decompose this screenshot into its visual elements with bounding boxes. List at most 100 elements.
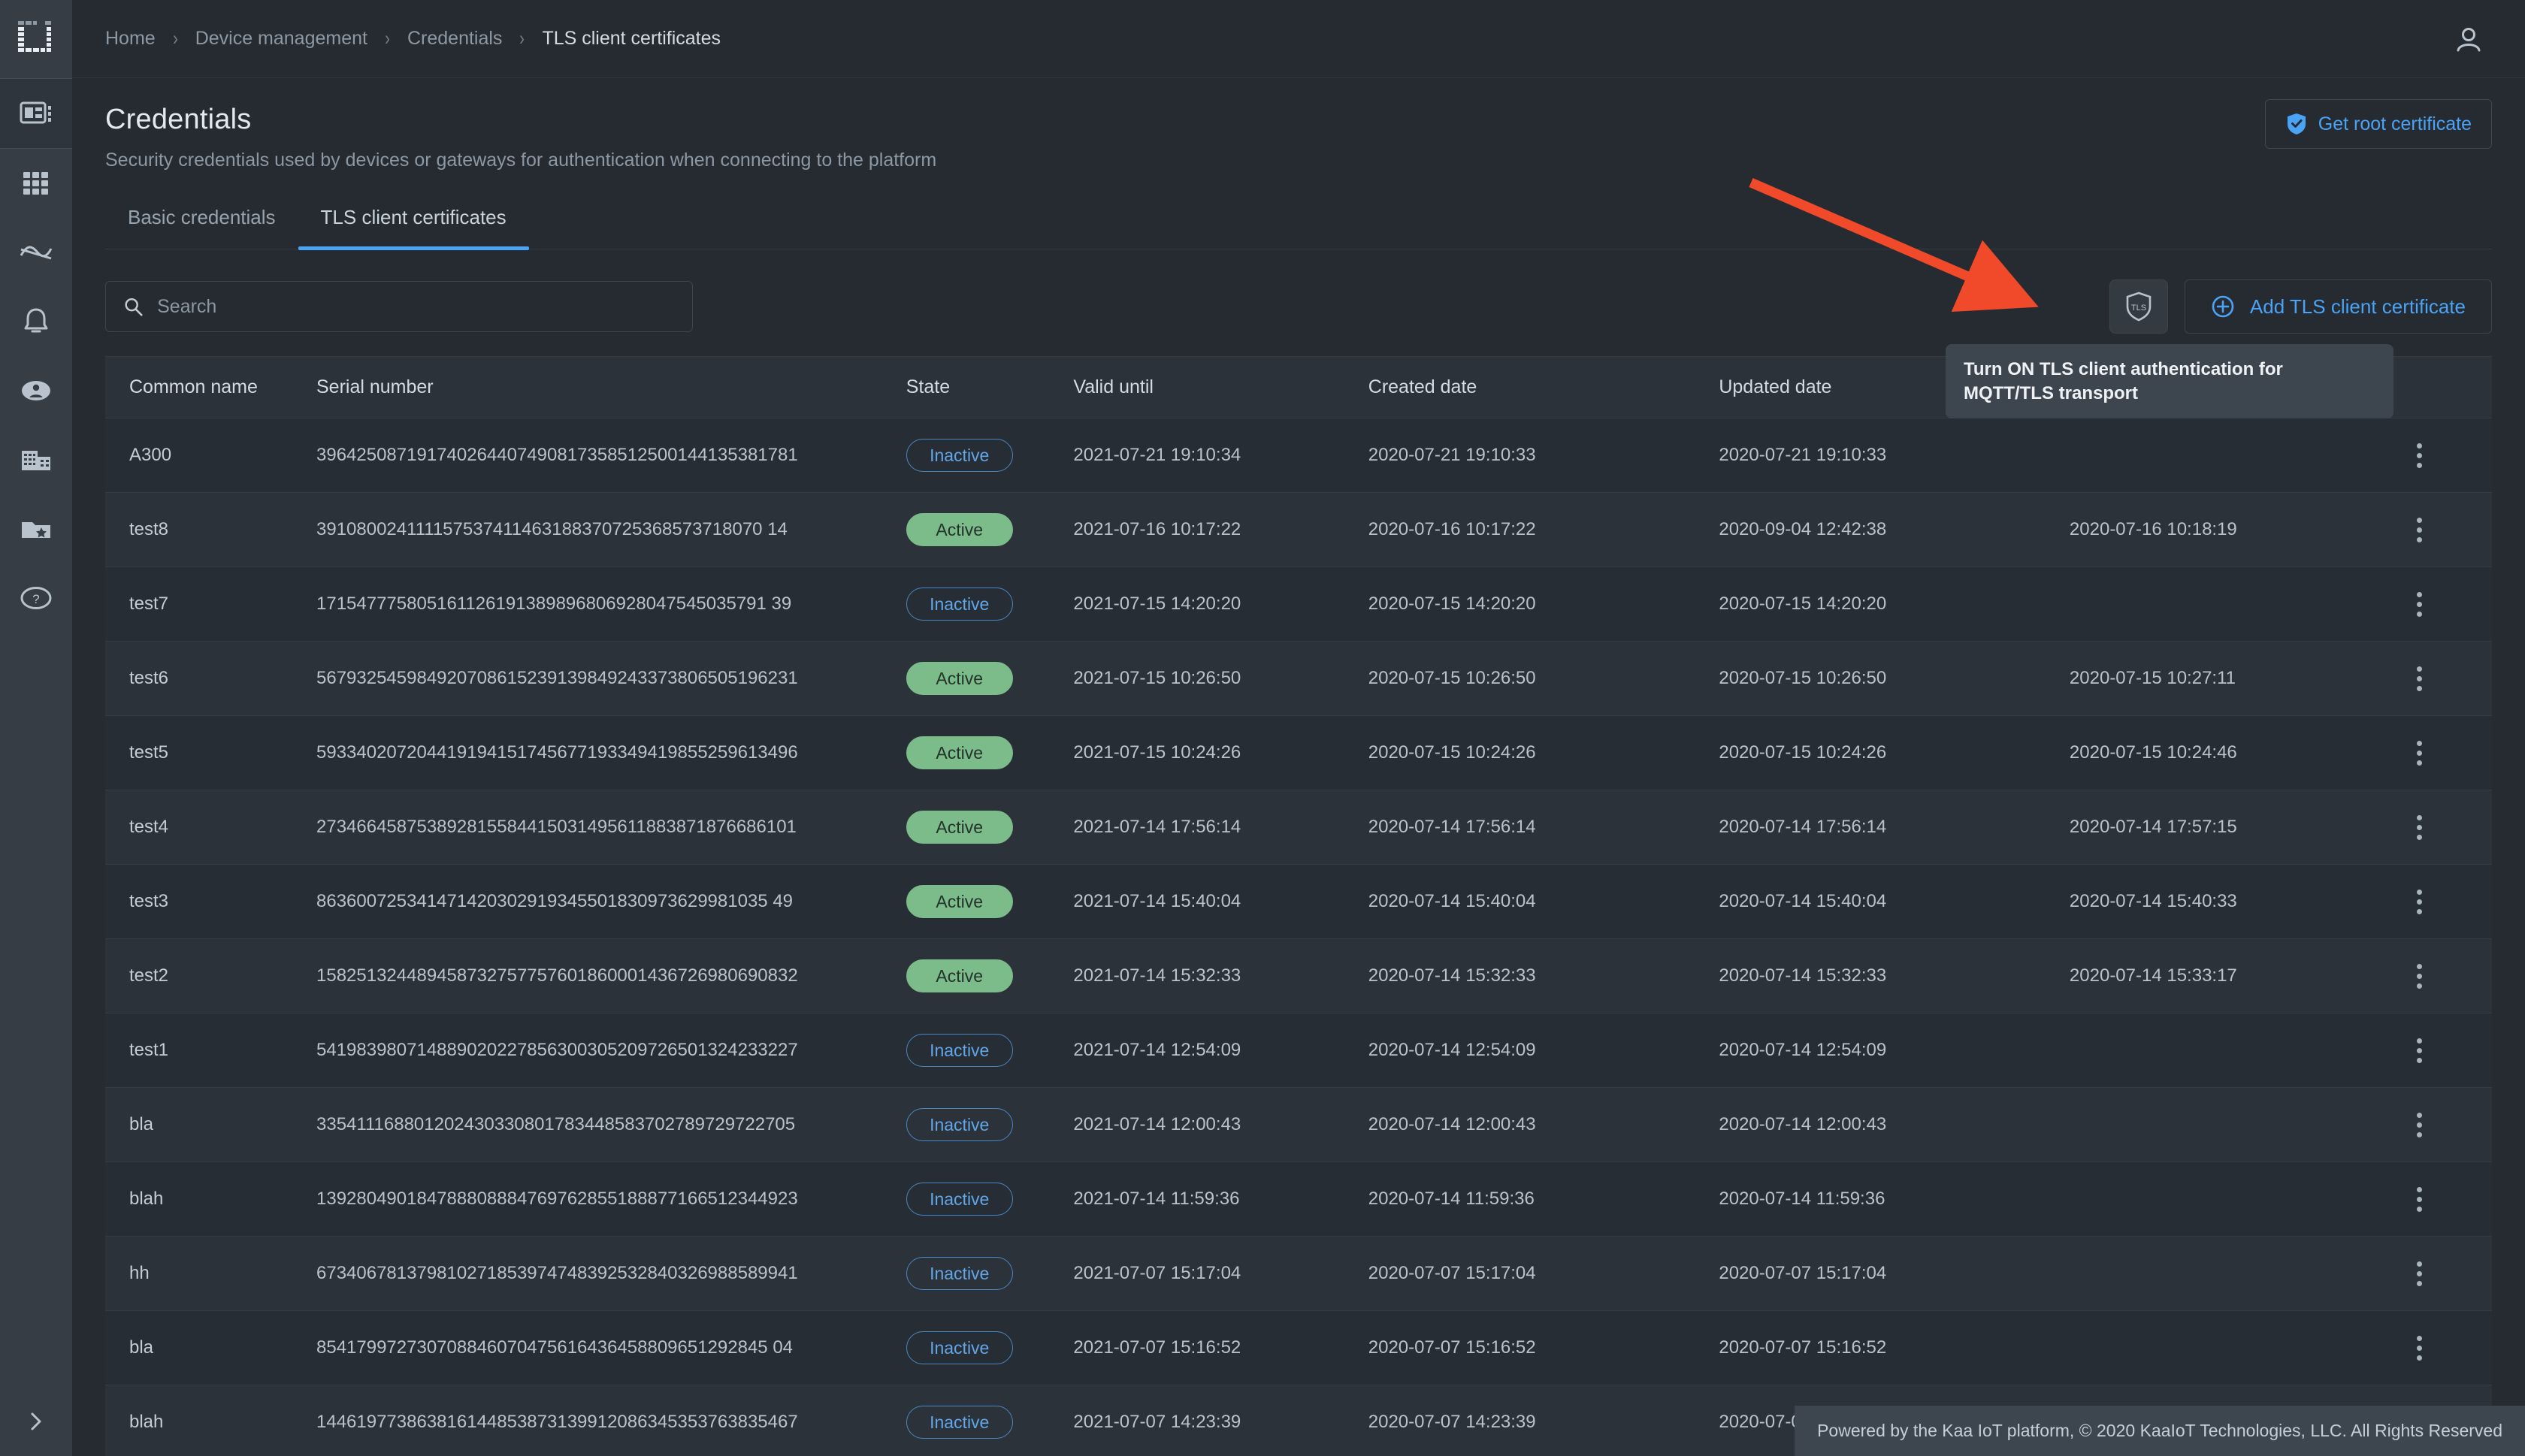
cell-valid-until: 2021-07-21 19:10:34	[1073, 418, 1368, 493]
sidebar-item-analytics[interactable]	[0, 218, 72, 287]
column-header-state[interactable]: State	[906, 356, 1074, 418]
more-vertical-icon[interactable]	[2404, 666, 2434, 691]
cell-created-date: 2020-07-14 12:54:09	[1368, 1013, 1719, 1088]
cell-created-date: 2020-07-14 12:00:43	[1368, 1087, 1719, 1162]
column-header-actions	[2404, 356, 2492, 418]
get-root-certificate-label: Get root certificate	[2318, 113, 2472, 134]
tls-toggle-tooltip: Turn ON TLS client authentication for MQ…	[1946, 344, 2393, 419]
column-header-valid-until[interactable]: Valid until	[1073, 356, 1368, 418]
app-logo[interactable]	[0, 0, 72, 78]
status-badge: Active	[906, 513, 1013, 546]
more-vertical-icon[interactable]	[2404, 814, 2434, 840]
breadcrumb-item-credentials[interactable]: Credentials	[407, 28, 502, 50]
table-row[interactable]: hh 67340678137981027185397474839253284032…	[105, 1236, 2492, 1311]
sidebar-item-users[interactable]	[0, 356, 72, 425]
sidebar-item-help[interactable]: ?	[0, 563, 72, 633]
cell-serial-number: 8636007253414714203029193455018309736299…	[316, 864, 906, 939]
more-vertical-icon[interactable]	[2404, 1261, 2434, 1286]
cell-serial-number: 1446197738638161448538731399120863453537…	[316, 1385, 906, 1456]
status-badge: Inactive	[906, 588, 1013, 621]
table-row[interactable]: test5 59334020720441919415174567719334941…	[105, 715, 2492, 790]
page-title: Credentials	[105, 104, 252, 135]
table-row[interactable]: test3 86360072534147142030291934550183097…	[105, 864, 2492, 939]
cell-serial-number: 3964250871917402644074908173585125001441…	[316, 418, 906, 493]
cell-common-name: test6	[105, 641, 316, 716]
column-header-serial-number[interactable]: Serial number	[316, 356, 906, 418]
search-input[interactable]	[157, 295, 676, 318]
more-vertical-icon[interactable]	[2404, 1112, 2434, 1137]
cell-common-name: bla	[105, 1310, 316, 1385]
more-vertical-icon[interactable]	[2404, 591, 2434, 617]
more-vertical-icon[interactable]	[2404, 1335, 2434, 1361]
more-vertical-icon[interactable]	[2404, 1186, 2434, 1212]
cell-updated-date: 2020-07-15 10:26:50	[1719, 641, 2070, 716]
status-badge: Active	[906, 662, 1013, 695]
sidebar: ?	[0, 0, 72, 1456]
cell-updated-date: 2020-07-14 17:56:14	[1719, 790, 2070, 865]
cell-last-used	[2069, 1013, 2405, 1088]
table-row[interactable]: blah 139280490184788808884769762855188877…	[105, 1161, 2492, 1237]
breadcrumb-item-tls-client-certificates: TLS client certificates	[542, 28, 721, 49]
table-row[interactable]: test2 15825132448945873275775760186000143…	[105, 938, 2492, 1013]
cell-updated-date: 2020-07-21 19:10:33	[1719, 418, 2070, 493]
breadcrumb-separator-1: ›	[172, 27, 178, 50]
search-box[interactable]	[105, 281, 693, 332]
cell-serial-number: 3910800241111575374114631883707253685737…	[316, 492, 906, 567]
cell-valid-until: 2021-07-14 17:56:14	[1073, 790, 1368, 865]
tab-tls-client-certificates[interactable]: TLS client certificates	[298, 206, 529, 250]
cell-created-date: 2020-07-14 11:59:36	[1368, 1161, 1719, 1237]
add-tls-client-certificate-button[interactable]: Add TLS client certificate	[2184, 279, 2492, 334]
cell-state: Inactive	[906, 1087, 1074, 1162]
sidebar-expand-button[interactable]	[0, 1387, 72, 1456]
table-row[interactable]: A300 396425087191740264407490817358512500…	[105, 418, 2492, 493]
more-vertical-icon[interactable]	[2404, 1038, 2434, 1063]
breadcrumb-item-home[interactable]: Home	[105, 28, 156, 50]
sidebar-item-dashboards[interactable]	[0, 79, 72, 148]
cell-valid-until: 2021-07-15 14:20:20	[1073, 566, 1368, 642]
tab-bar: Basic credentials TLS client certificate…	[105, 206, 2492, 250]
status-badge: Inactive	[906, 1183, 1013, 1216]
tls-authentication-toggle-button[interactable]: TLS	[2109, 279, 2168, 334]
sidebar-item-tenants[interactable]	[0, 425, 72, 494]
table-row[interactable]: test6 56793254598492070861523913984924337…	[105, 641, 2492, 716]
cell-last-used	[2069, 566, 2405, 642]
cell-actions	[2404, 1087, 2492, 1162]
table-row[interactable]: bla 8541799727307088460704756164364588096…	[105, 1310, 2492, 1385]
cell-updated-date: 2020-07-14 11:59:36	[1719, 1161, 2070, 1237]
account-button[interactable]	[2445, 16, 2492, 62]
sidebar-item-applications[interactable]	[0, 149, 72, 218]
cell-actions	[2404, 715, 2492, 790]
breadcrumb-item-device-management[interactable]: Device management	[195, 28, 367, 50]
cell-common-name: hh	[105, 1236, 316, 1311]
cell-actions	[2404, 641, 2492, 716]
main-content: Home › Device management › Credentials ›…	[72, 0, 2525, 1456]
table-row[interactable]: test8 39108002411115753741146318837072536…	[105, 492, 2492, 567]
sidebar-item-favorites[interactable]	[0, 494, 72, 563]
tab-basic-credentials[interactable]: Basic credentials	[105, 206, 298, 249]
more-vertical-icon[interactable]	[2404, 517, 2434, 542]
bell-icon	[24, 308, 48, 333]
column-header-common-name[interactable]: Common name	[105, 356, 316, 418]
breadcrumb-separator-2: ›	[385, 27, 390, 50]
grid-apps-icon	[23, 172, 48, 195]
more-vertical-icon[interactable]	[2404, 740, 2434, 766]
more-vertical-icon[interactable]	[2404, 889, 2434, 914]
table-row[interactable]: test1 54198398071488902022785630030520972…	[105, 1013, 2492, 1088]
status-badge: Active	[906, 811, 1013, 844]
column-header-created-date[interactable]: Created date	[1368, 356, 1719, 418]
get-root-certificate-button[interactable]: Get root certificate	[2264, 99, 2492, 149]
more-vertical-icon[interactable]	[2404, 443, 2434, 468]
cell-actions	[2404, 418, 2492, 493]
sidebar-item-alerts[interactable]	[0, 287, 72, 356]
table-row[interactable]: test4 27346645875389281558441503149561188…	[105, 790, 2492, 865]
cell-valid-until: 2021-07-07 15:16:52	[1073, 1310, 1368, 1385]
cell-updated-date: 2020-07-14 15:32:33	[1719, 938, 2070, 1013]
cell-common-name: bla	[105, 1087, 316, 1162]
table-body: A300 396425087191740264407490817358512500…	[105, 418, 2492, 1456]
cell-created-date: 2020-07-15 10:24:26	[1368, 715, 1719, 790]
cell-last-used	[2069, 1087, 2405, 1162]
table-row[interactable]: test7 17154777580516112619138989680692804…	[105, 566, 2492, 642]
table-row[interactable]: bla 3354111688012024303308017834485837027…	[105, 1087, 2492, 1162]
more-vertical-icon[interactable]	[2404, 963, 2434, 989]
cell-state: Inactive	[906, 1385, 1074, 1456]
